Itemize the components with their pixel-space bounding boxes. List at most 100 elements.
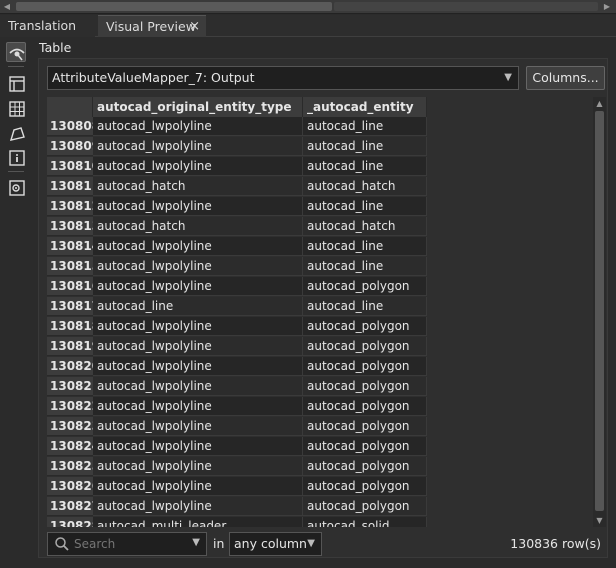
row-number-header[interactable]	[47, 97, 93, 117]
cell-autocad-entity[interactable]: autocad_line	[303, 197, 427, 216]
search-input[interactable]	[74, 535, 184, 553]
cell-original-entity-type[interactable]: autocad_lwpolyline	[93, 497, 303, 516]
tab-translation-log[interactable]: Translation Log	[0, 15, 95, 55]
table-row[interactable]: 130821 autocad_lwpolyline autocad_polygon	[47, 377, 429, 397]
row-number[interactable]: 130808	[47, 117, 100, 136]
table-row[interactable]: 130815 autocad_lwpolyline autocad_line	[47, 257, 429, 277]
row-number[interactable]: 130815	[47, 257, 100, 276]
info-icon[interactable]	[6, 147, 26, 167]
table-row[interactable]: 130817 autocad_line autocad_line	[47, 297, 429, 317]
cell-autocad-entity[interactable]: autocad_hatch	[303, 177, 427, 196]
table-row[interactable]: 130809 autocad_lwpolyline autocad_line	[47, 137, 429, 157]
cell-original-entity-type[interactable]: autocad_lwpolyline	[93, 317, 303, 336]
geometry-icon[interactable]	[6, 123, 26, 143]
columns-button[interactable]: Columns...	[526, 66, 605, 90]
cell-autocad-entity[interactable]: autocad_polygon	[303, 277, 427, 296]
cell-autocad-entity[interactable]: autocad_polygon	[303, 397, 427, 416]
visual-preview-eye-icon[interactable]	[6, 42, 26, 62]
row-number[interactable]: 130814	[47, 237, 100, 256]
cell-original-entity-type[interactable]: autocad_multi_leader	[93, 517, 303, 527]
cell-autocad-entity[interactable]: autocad_polygon	[303, 317, 427, 336]
vertical-scrollbar[interactable]: ▲ ▼	[593, 97, 606, 527]
row-number[interactable]: 130817	[47, 297, 100, 316]
cell-autocad-entity[interactable]: autocad_polygon	[303, 357, 427, 376]
cell-original-entity-type[interactable]: autocad_hatch	[93, 217, 303, 236]
close-icon[interactable]: ×	[189, 16, 200, 38]
cell-original-entity-type[interactable]: autocad_lwpolyline	[93, 377, 303, 396]
scroll-left-icon[interactable]: ◀	[2, 2, 12, 12]
layout-panel-icon[interactable]	[6, 73, 26, 93]
row-number[interactable]: 130819	[47, 337, 100, 356]
row-number[interactable]: 130822	[47, 397, 100, 416]
table-row[interactable]: 130819 autocad_lwpolyline autocad_polygon	[47, 337, 429, 357]
cell-original-entity-type[interactable]: autocad_lwpolyline	[93, 477, 303, 496]
cell-original-entity-type[interactable]: autocad_lwpolyline	[93, 417, 303, 436]
row-number[interactable]: 130816	[47, 277, 100, 296]
table-row[interactable]: 130818 autocad_lwpolyline autocad_polygon	[47, 317, 429, 337]
cell-original-entity-type[interactable]: autocad_lwpolyline	[93, 397, 303, 416]
table-row[interactable]: 130822 autocad_lwpolyline autocad_polygon	[47, 397, 429, 417]
tab-visual-preview[interactable]: Visual Preview ×	[98, 15, 206, 37]
cell-autocad-entity[interactable]: autocad_line	[303, 297, 427, 316]
search-box[interactable]: ▼	[47, 532, 207, 556]
cell-autocad-entity[interactable]: autocad_polygon	[303, 377, 427, 396]
cell-autocad-entity[interactable]: autocad_polygon	[303, 337, 427, 356]
row-number[interactable]: 130813	[47, 217, 100, 236]
feature-type-select[interactable]: AttributeValueMapper_7: Output ▼	[47, 66, 519, 90]
table-row[interactable]: 130820 autocad_lwpolyline autocad_polygon	[47, 357, 429, 377]
row-number[interactable]: 130810	[47, 157, 100, 176]
cell-autocad-entity[interactable]: autocad_line	[303, 137, 427, 156]
scroll-track[interactable]	[334, 2, 598, 11]
scroll-thumb[interactable]	[16, 2, 332, 11]
row-number[interactable]: 130809	[47, 137, 100, 156]
cell-autocad-entity[interactable]: autocad_line	[303, 237, 427, 256]
table-row[interactable]: 130812 autocad_lwpolyline autocad_line	[47, 197, 429, 217]
cell-autocad-entity[interactable]: autocad_hatch	[303, 217, 427, 236]
cell-autocad-entity[interactable]: autocad_polygon	[303, 417, 427, 436]
row-number[interactable]: 130821	[47, 377, 100, 396]
cell-autocad-entity[interactable]: autocad_polygon	[303, 437, 427, 456]
chevron-down-icon[interactable]: ▼	[192, 537, 200, 548]
cell-original-entity-type[interactable]: autocad_lwpolyline	[93, 257, 303, 276]
top-horizontal-scrollbar[interactable]: ◀ ▶	[0, 0, 616, 14]
cell-original-entity-type[interactable]: autocad_lwpolyline	[93, 337, 303, 356]
row-number[interactable]: 130828	[47, 517, 100, 527]
table-row[interactable]: 130824 autocad_lwpolyline autocad_polygon	[47, 437, 429, 457]
table-row[interactable]: 130827 autocad_lwpolyline autocad_polygon	[47, 497, 429, 517]
cell-autocad-entity[interactable]: autocad_polygon	[303, 477, 427, 496]
cell-autocad-entity[interactable]: autocad_polygon	[303, 457, 427, 476]
table-row[interactable]: 130814 autocad_lwpolyline autocad_line	[47, 237, 429, 257]
row-number[interactable]: 130820	[47, 357, 100, 376]
row-number[interactable]: 130827	[47, 497, 100, 516]
table-row[interactable]: 130826 autocad_lwpolyline autocad_polygon	[47, 477, 429, 497]
row-number[interactable]: 130811	[47, 177, 100, 196]
table-row[interactable]: 130825 autocad_lwpolyline autocad_polygon	[47, 457, 429, 477]
table-grid-icon[interactable]	[6, 98, 26, 118]
table-row[interactable]: 130828 autocad_multi_leader autocad_solid	[47, 517, 429, 527]
row-number[interactable]: 130826	[47, 477, 100, 496]
table-row[interactable]: 130808 autocad_lwpolyline autocad_line	[47, 117, 429, 137]
row-number[interactable]: 130818	[47, 317, 100, 336]
cell-autocad-entity[interactable]: autocad_polygon	[303, 497, 427, 516]
cell-autocad-entity[interactable]: autocad_line	[303, 117, 427, 136]
table-row[interactable]: 130823 autocad_lwpolyline autocad_polygon	[47, 417, 429, 437]
table-row[interactable]: 130816 autocad_lwpolyline autocad_polygon	[47, 277, 429, 297]
cell-original-entity-type[interactable]: autocad_hatch	[93, 177, 303, 196]
cell-original-entity-type[interactable]: autocad_lwpolyline	[93, 457, 303, 476]
cell-original-entity-type[interactable]: autocad_line	[93, 297, 303, 316]
row-number[interactable]: 130812	[47, 197, 100, 216]
cell-original-entity-type[interactable]: autocad_lwpolyline	[93, 437, 303, 456]
cell-autocad-entity[interactable]: autocad_line	[303, 257, 427, 276]
scroll-thumb[interactable]	[595, 111, 604, 511]
cell-original-entity-type[interactable]: autocad_lwpolyline	[93, 277, 303, 296]
row-number[interactable]: 130825	[47, 457, 100, 476]
column-header-original-entity-type[interactable]: autocad_original_entity_type	[93, 97, 303, 117]
column-header-autocad-entity[interactable]: _autocad_entity	[303, 97, 427, 117]
column-scope-select[interactable]: any column ▼	[229, 532, 322, 556]
cell-original-entity-type[interactable]: autocad_lwpolyline	[93, 357, 303, 376]
scroll-down-icon[interactable]: ▼	[593, 514, 606, 527]
cell-original-entity-type[interactable]: autocad_lwpolyline	[93, 137, 303, 156]
cell-autocad-entity[interactable]: autocad_line	[303, 157, 427, 176]
cell-original-entity-type[interactable]: autocad_lwpolyline	[93, 157, 303, 176]
row-number[interactable]: 130824	[47, 437, 100, 456]
